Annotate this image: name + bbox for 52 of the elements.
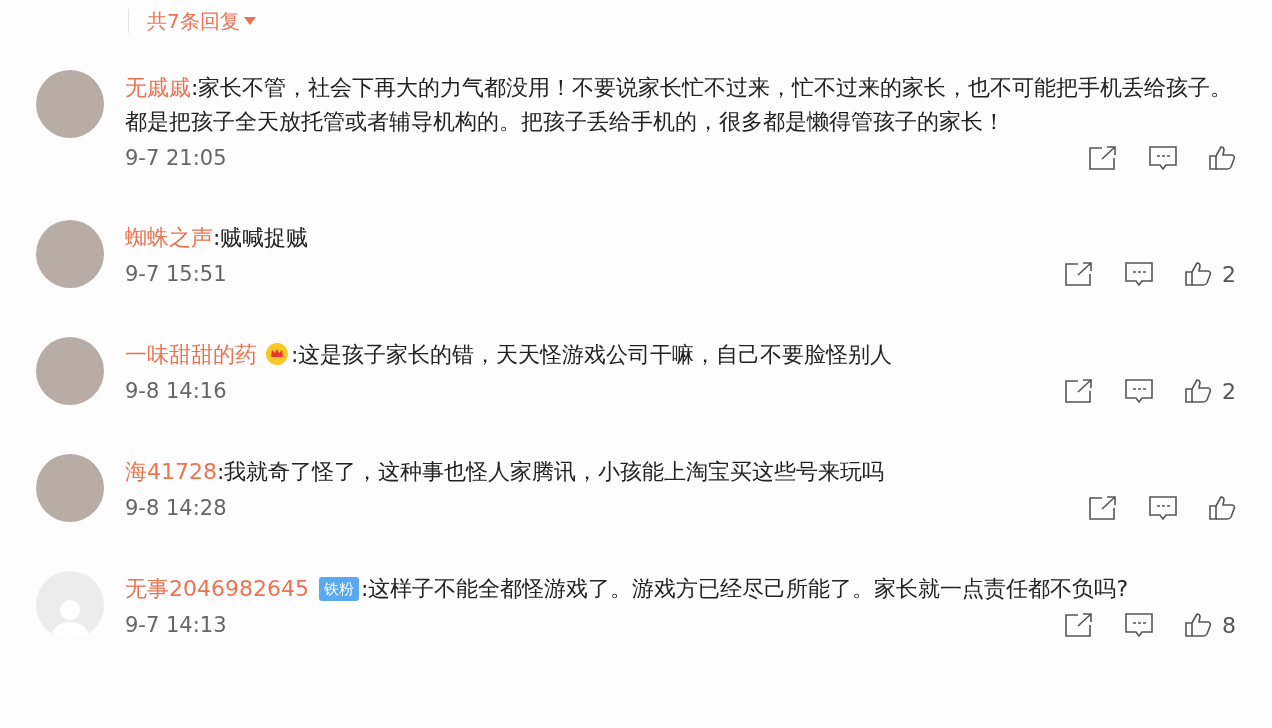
comment-time: 9-7 21:05 (125, 146, 227, 170)
comment-icon (1124, 261, 1154, 287)
like-button[interactable] (1208, 145, 1236, 171)
thumbs-up-icon (1184, 261, 1212, 287)
comment-text: 无戚戚:家长不管，社会下再大的力气都没用！不要说家长忙不过来，忙不过来的家长，也不可能把手机丢给孩子。都是把孩子全天放托管或者辅导机构的。把孩子丢给手机的，很多都是懒得管孩子的家长！ (125, 74, 1234, 136)
like-button[interactable]: 2 (1184, 261, 1236, 287)
reply-button[interactable] (1124, 261, 1154, 287)
comment-time: 9-7 14:13 (125, 613, 227, 637)
username-link[interactable]: 无戚戚 (125, 75, 191, 100)
comment-icon (1148, 145, 1178, 171)
username-link[interactable]: 一味甜甜的药 (125, 342, 257, 367)
username-link[interactable]: 海41728 (125, 459, 217, 484)
share-icon (1064, 378, 1094, 404)
like-count: 2 (1222, 378, 1236, 404)
username-link[interactable]: 无事2046982645 (125, 576, 309, 601)
reply-count-toggle[interactable]: 共7条回复 (147, 7, 256, 35)
fan-badge: 铁粉 (319, 577, 359, 601)
share-icon (1064, 612, 1094, 638)
share-icon (1088, 495, 1118, 521)
thumbs-up-icon (1184, 378, 1212, 404)
share-button[interactable] (1064, 378, 1094, 404)
like-button[interactable]: 2 (1184, 378, 1236, 404)
reply-button[interactable] (1124, 378, 1154, 404)
reply-button[interactable] (1148, 495, 1178, 521)
caret-icon (243, 17, 256, 25)
comment-time: 9-8 14:16 (125, 379, 227, 403)
like-count: 8 (1222, 612, 1236, 638)
thumbs-up-icon (1184, 612, 1212, 638)
comment-text: 一味甜甜的药 :这是孩子家长的错，天天怪游戏公司干嘛，自己不要脸怪别人 (125, 341, 894, 369)
reply-button[interactable] (1148, 145, 1178, 171)
share-button[interactable] (1064, 612, 1094, 638)
like-button[interactable] (1208, 495, 1236, 521)
comment-time: 9-7 15:51 (125, 262, 227, 286)
comment-text: 海41728:我就奇了怪了，这种事也怪人家腾讯，小孩能上淘宝买这些号来玩吗 (125, 458, 886, 486)
share-button[interactable] (1088, 495, 1118, 521)
comment-icon (1148, 495, 1178, 521)
thumbs-up-icon (1208, 495, 1236, 521)
share-icon (1088, 145, 1118, 171)
share-button[interactable] (1064, 261, 1094, 287)
comment-text: 无事2046982645 铁粉 :这样子不能全都怪游戏了。游戏方已经尽己所能了。家长就一点责任都不负吗? (125, 575, 1130, 603)
share-icon (1064, 261, 1094, 287)
comment-icon (1124, 612, 1154, 638)
comment-icon (1124, 378, 1154, 404)
username-link[interactable]: 蜘蛛之声 (125, 225, 213, 250)
reply-button[interactable] (1124, 612, 1154, 638)
thumbs-up-icon (1208, 145, 1236, 171)
share-button[interactable] (1088, 145, 1118, 171)
like-button[interactable]: 8 (1184, 612, 1236, 638)
crown-badge-icon (265, 342, 289, 366)
like-count: 2 (1222, 261, 1236, 287)
comment-time: 9-8 14:28 (125, 496, 227, 520)
comment-text: 蜘蛛之声:贼喊捉贼 (125, 224, 310, 252)
